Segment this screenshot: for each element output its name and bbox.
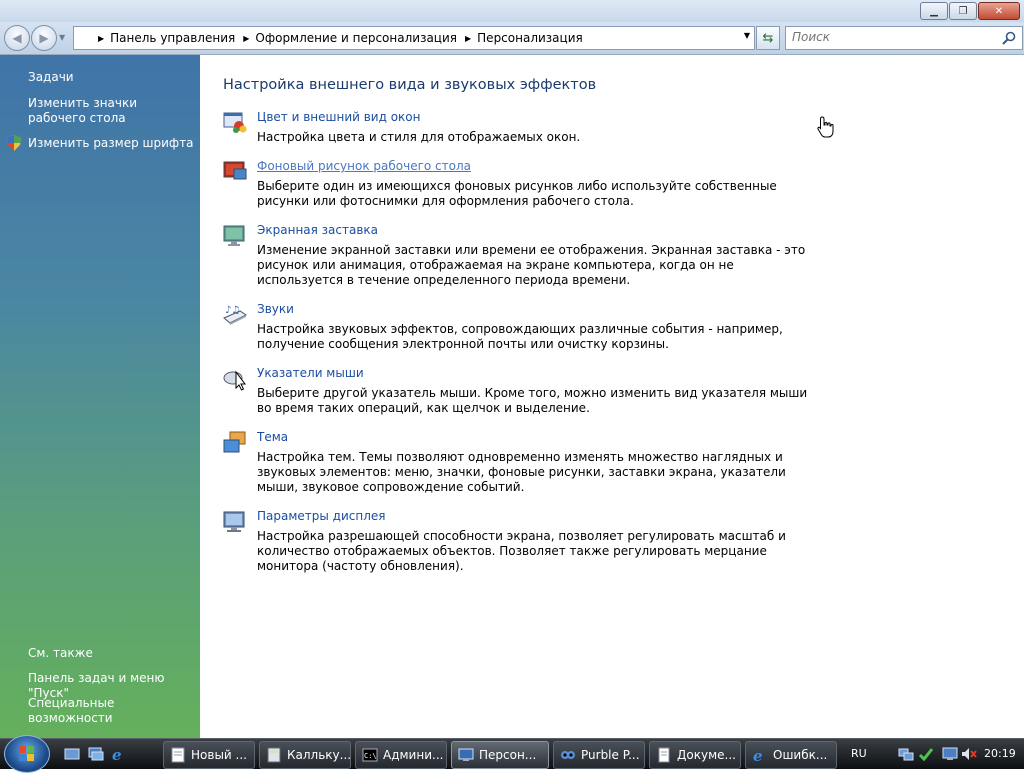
- refresh-icon: ⇆: [762, 30, 774, 46]
- breadcrumb-personalization[interactable]: Персонализация: [477, 31, 583, 45]
- notepad-icon: [171, 747, 185, 763]
- taskbar-button-notepad[interactable]: Новый ...: [163, 741, 255, 769]
- desktop-background-link[interactable]: Фоновый рисунок рабочего стола: [257, 159, 471, 173]
- taskbar-button-label: Калльку...: [287, 748, 351, 762]
- recent-pages-dropdown[interactable]: ▼: [59, 33, 65, 42]
- page-title: Настройка внешнего вида и звуковых эффек…: [223, 77, 597, 93]
- back-button[interactable]: ◀: [4, 25, 30, 51]
- taskbar-button-purble-place[interactable]: Purble P...: [553, 741, 645, 769]
- clock[interactable]: 20:19: [984, 747, 1016, 760]
- taskbar-button-label: Новый ...: [191, 748, 247, 762]
- mouse-pointers-link[interactable]: Указатели мыши: [257, 366, 364, 380]
- taskbar-button-error-page[interactable]: e Ошибк...: [745, 741, 837, 769]
- change-font-size-link[interactable]: Изменить размер шрифта: [28, 136, 194, 151]
- breadcrumb-arrow-icon[interactable]: ▶: [465, 34, 471, 43]
- accessibility-link[interactable]: Специальные возможности: [28, 696, 200, 726]
- title-bar[interactable]: ▁ ❐ ✕: [0, 0, 1024, 22]
- item-description: Изменение экранной заставки или времени …: [257, 243, 806, 287]
- taskbar-button-label: Персон...: [479, 748, 537, 762]
- breadcrumb-control-panel[interactable]: Панель управления: [110, 31, 235, 45]
- control-panel-window: ▁ ❐ ✕ ◀ ▶ ▼ ▶ Панель управления ▶ Оформл…: [0, 0, 1024, 738]
- uac-shield-icon: [7, 135, 21, 151]
- breadcrumb-arrow-icon[interactable]: ▶: [243, 34, 249, 43]
- see-also-heading: См. также: [28, 646, 93, 660]
- item-description: Настройка тем. Темы позволяют одновремен…: [257, 450, 786, 494]
- taskbar-button-cmd[interactable]: C:\ Админи...: [355, 741, 447, 769]
- back-arrow-icon: ◀: [12, 31, 22, 45]
- navigation-bar: ◀ ▶ ▼ ▶ Панель управления ▶ Оформление и…: [0, 22, 1024, 55]
- item-description: Настройка разрешающей способности экрана…: [257, 529, 786, 573]
- restore-icon: ❐: [958, 5, 968, 17]
- network-icon[interactable]: [898, 746, 914, 762]
- minimize-button[interactable]: ▁: [920, 2, 948, 20]
- taskbar-button-calculator[interactable]: Калльку...: [259, 741, 351, 769]
- security-check-icon[interactable]: [918, 746, 934, 762]
- personalization-icon: [458, 748, 474, 761]
- window-color-link[interactable]: Цвет и внешний вид окон: [257, 110, 421, 124]
- windows-logo-icon: [19, 746, 34, 761]
- close-button[interactable]: ✕: [978, 2, 1020, 20]
- taskbar-button-label: Purble P...: [581, 748, 640, 762]
- command-prompt-icon: C:\: [362, 748, 378, 762]
- search-input[interactable]: [786, 27, 998, 47]
- search-icon[interactable]: [1001, 30, 1017, 46]
- window-color-icon: [223, 112, 247, 133]
- internet-explorer-icon[interactable]: e: [111, 746, 127, 762]
- show-desktop-icon[interactable]: [64, 746, 80, 762]
- start-button[interactable]: [4, 735, 50, 773]
- switch-windows-icon[interactable]: [88, 746, 104, 762]
- svg-text:e: e: [753, 747, 763, 763]
- sounds-icon: ♪♫: [223, 305, 247, 325]
- breadcrumb: ▶ Панель управления ▶ Оформление и персо…: [74, 31, 583, 45]
- address-bar[interactable]: ▶ Панель управления ▶ Оформление и персо…: [73, 26, 755, 50]
- screensaver-icon: [223, 225, 245, 246]
- language-indicator[interactable]: RU: [851, 747, 867, 760]
- item-description: Выберите один из имеющихся фоновых рисун…: [257, 179, 777, 208]
- calculator-icon: [267, 747, 281, 763]
- breadcrumb-appearance[interactable]: Оформление и персонализация: [255, 31, 457, 45]
- search-box[interactable]: [785, 26, 1023, 50]
- chevron-down-icon: ▼: [59, 33, 66, 42]
- svg-text:C:\: C:\: [364, 752, 377, 760]
- theme-link[interactable]: Тема: [257, 430, 288, 444]
- sounds-link[interactable]: Звуки: [257, 302, 294, 316]
- main-content: Настройка внешнего вида и звуковых эффек…: [200, 55, 1024, 738]
- maximize-button[interactable]: ❐: [949, 2, 977, 20]
- breadcrumb-arrow-icon: ▶: [98, 33, 105, 43]
- svg-text:e: e: [112, 746, 122, 762]
- taskbar-button-documents[interactable]: Докуме...: [649, 741, 741, 769]
- refresh-button[interactable]: ⇆: [756, 26, 780, 50]
- taskbar-button-personalization[interactable]: Персон...: [451, 741, 549, 769]
- tasks-heading: Задачи: [28, 70, 74, 84]
- forward-button[interactable]: ▶: [31, 25, 57, 51]
- document-icon: [658, 747, 670, 763]
- minimize-icon: ▁: [930, 5, 938, 17]
- item-description: Настройка цвета и стиля для отображаемых…: [257, 130, 581, 144]
- internet-explorer-icon: e: [753, 747, 763, 763]
- display-tray-icon[interactable]: [942, 746, 958, 762]
- item-description: Настройка звуковых эффектов, сопровождаю…: [257, 322, 783, 351]
- taskbar-button-label: Ошибк...: [773, 748, 828, 762]
- hand-cursor-icon: [817, 116, 834, 138]
- change-desktop-icons-link[interactable]: Изменить значки рабочего стола: [28, 96, 188, 126]
- theme-icon: [223, 431, 246, 453]
- address-dropdown-icon[interactable]: ▼: [744, 31, 750, 40]
- display-settings-icon: [223, 511, 245, 532]
- item-description: Выберите другой указатель мыши. Кроме то…: [257, 386, 808, 415]
- taskbar: e Новый ... Калльку... C:\ Админи... Пер…: [0, 735, 1024, 773]
- taskbar-button-label: Докуме...: [677, 748, 736, 762]
- forward-arrow-icon: ▶: [39, 31, 49, 45]
- desktop-background-icon: [223, 161, 247, 180]
- purble-place-icon: [561, 751, 575, 759]
- task-pane: Задачи Изменить значки рабочего стола Из…: [0, 55, 200, 738]
- taskbar-button-label: Админи...: [383, 748, 444, 762]
- close-icon: ✕: [994, 5, 1004, 17]
- volume-muted-icon[interactable]: [961, 746, 977, 762]
- display-settings-link[interactable]: Параметры дисплея: [257, 509, 386, 523]
- svg-text:♪♫: ♪♫: [225, 305, 240, 316]
- mouse-pointer-icon: [223, 370, 246, 391]
- screensaver-link[interactable]: Экранная заставка: [257, 223, 378, 237]
